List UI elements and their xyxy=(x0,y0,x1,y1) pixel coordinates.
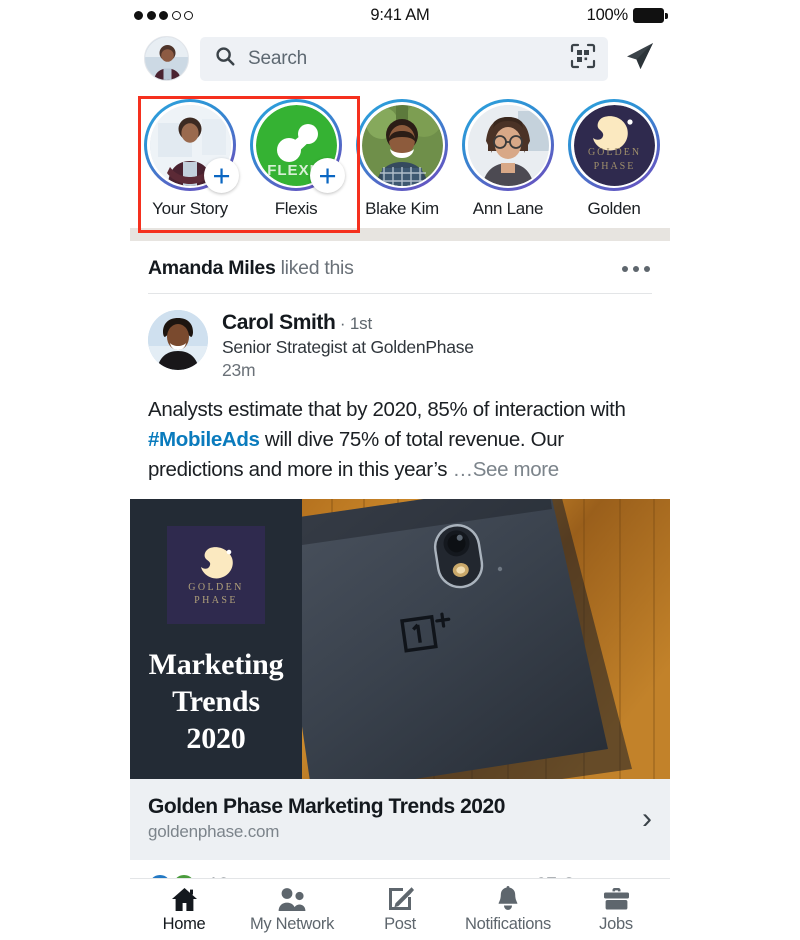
stories-carousel[interactable]: + Your Story FLEXIS + Flexis Blake Kim A… xyxy=(130,91,670,233)
author-headline: Senior Strategist at GoldenPhase xyxy=(222,337,474,357)
chevron-right-icon[interactable]: › xyxy=(630,803,652,834)
hero-title-line1: Marketing xyxy=(148,648,284,681)
moon-icon xyxy=(194,546,238,580)
feed-section-divider xyxy=(130,228,670,241)
search-placeholder-text: Search xyxy=(248,47,308,69)
screen-root: 9:41 AM 100% Search + Your Story FLEXIS … xyxy=(0,0,800,940)
hero-title-line2: Trends xyxy=(172,685,260,718)
my-network-icon xyxy=(277,886,307,912)
post-author[interactable]: Carol Smith · 1st Senior Strategist at G… xyxy=(130,294,670,381)
story-thumbnail xyxy=(361,104,443,186)
avatar[interactable] xyxy=(148,310,208,370)
post-timestamp: 23m xyxy=(222,360,256,380)
nav-item-home[interactable]: Home xyxy=(130,886,238,934)
nav-label: My Network xyxy=(249,914,335,933)
story-label: Flexis xyxy=(274,199,318,218)
story-item-your-story[interactable]: + Your Story xyxy=(144,99,239,219)
link-preview-meta: Golden Phase Marketing Trends 2020 golde… xyxy=(148,795,630,842)
link-preview-domain: goldenphase.com xyxy=(148,822,280,841)
story-thumbnail xyxy=(467,104,549,186)
golden-phase-logo: GOLDEN PHASE xyxy=(167,526,265,624)
story-ring: GOLDEN PHASE xyxy=(568,99,660,191)
nav-label: Post xyxy=(384,914,416,933)
story-label: Ann Lane xyxy=(472,199,544,218)
link-preview-image: GOLDEN PHASE Marketing Trends 2020 xyxy=(130,499,670,779)
qr-scan-icon[interactable] xyxy=(570,43,596,74)
post-text-part1: Analysts estimate that by 2020, 85% of i… xyxy=(148,398,626,421)
post-compose-icon xyxy=(387,886,414,912)
bell-icon xyxy=(495,885,521,912)
hero-title: Marketing Trends 2020 xyxy=(149,646,284,757)
phone-viewport: 9:41 AM 100% Search + Your Story FLEXIS … xyxy=(130,0,670,940)
author-name[interactable]: Carol Smith xyxy=(222,311,336,334)
overflow-menu-icon[interactable] xyxy=(620,260,652,278)
nav-item-notifications[interactable]: Notifications xyxy=(454,885,562,934)
send-message-icon[interactable] xyxy=(622,39,656,78)
post-text: Analysts estimate that by 2020, 85% of i… xyxy=(130,381,670,499)
story-ring: FLEXIS + xyxy=(250,99,345,193)
nav-item-jobs[interactable]: Jobs xyxy=(562,886,670,934)
search-header: Search xyxy=(130,30,670,91)
story-item-flexis[interactable]: FLEXIS + Flexis xyxy=(250,99,345,219)
briefcase-icon xyxy=(603,886,630,912)
story-label: Blake Kim xyxy=(365,199,439,218)
author-meta: Carol Smith · 1st Senior Strategist at G… xyxy=(222,310,474,381)
svg-text:GOLDEN: GOLDEN xyxy=(587,147,640,158)
nav-item-my-network[interactable]: My Network xyxy=(238,886,346,934)
home-icon xyxy=(171,886,198,912)
story-item-ann-lane[interactable]: Ann Lane xyxy=(462,99,554,219)
story-thumbnail: GOLDEN PHASE xyxy=(573,104,655,186)
hero-left-panel: GOLDEN PHASE Marketing Trends 2020 xyxy=(130,499,302,779)
feed-post: Amanda Miles liked this Carol Smith · 1s… xyxy=(130,241,670,900)
nav-item-post[interactable]: Post xyxy=(346,886,454,934)
hero-photo-oneplus-phone xyxy=(302,499,670,779)
link-preview-footer[interactable]: Golden Phase Marketing Trends 2020 golde… xyxy=(130,779,670,860)
author-degree: · 1st xyxy=(339,314,372,333)
story-label: Golden xyxy=(587,199,641,218)
nav-label: Home xyxy=(162,914,206,933)
story-item-golden[interactable]: GOLDEN PHASE Golden xyxy=(568,99,660,219)
status-time: 9:41 AM xyxy=(370,5,430,24)
story-ring xyxy=(356,99,448,191)
search-icon xyxy=(214,45,236,72)
bottom-navigation: Home My Network Post Notifications Jobs xyxy=(130,878,670,940)
hero-title-line3: 2020 xyxy=(186,722,246,755)
battery-icon xyxy=(633,7,668,23)
nav-label: Jobs xyxy=(599,914,633,933)
liked-by-suffix: liked this xyxy=(275,257,354,279)
link-preview-title: Golden Phase Marketing Trends 2020 xyxy=(148,795,505,818)
stories-list: + Your Story FLEXIS + Flexis Blake Kim A… xyxy=(130,99,670,219)
avatar[interactable] xyxy=(144,36,189,81)
link-preview-card[interactable]: GOLDEN PHASE Marketing Trends 2020 Golde… xyxy=(130,499,670,860)
story-label: Your Story xyxy=(152,199,228,218)
liked-by-name[interactable]: Amanda Miles xyxy=(148,257,276,279)
status-bar: 9:41 AM 100% xyxy=(130,0,670,30)
svg-text:PHASE: PHASE xyxy=(593,161,635,172)
story-ring: + xyxy=(144,99,239,193)
story-ring xyxy=(462,99,554,191)
logo-text-phase: PHASE xyxy=(194,595,238,606)
add-to-story-button[interactable]: + xyxy=(204,158,239,193)
search-input[interactable]: Search xyxy=(200,36,608,81)
logo-text-golden: GOLDEN xyxy=(188,582,244,593)
story-item-blake-kim[interactable]: Blake Kim xyxy=(356,99,448,219)
liked-by-text: Amanda Miles liked this xyxy=(148,257,354,280)
nav-label: Notifications xyxy=(465,914,551,933)
post-social-context: Amanda Miles liked this xyxy=(130,241,670,293)
hashtag-link[interactable]: #MobileAds xyxy=(148,428,260,451)
add-to-story-button[interactable]: + xyxy=(310,158,345,193)
see-more-link[interactable]: …See more xyxy=(453,458,560,481)
